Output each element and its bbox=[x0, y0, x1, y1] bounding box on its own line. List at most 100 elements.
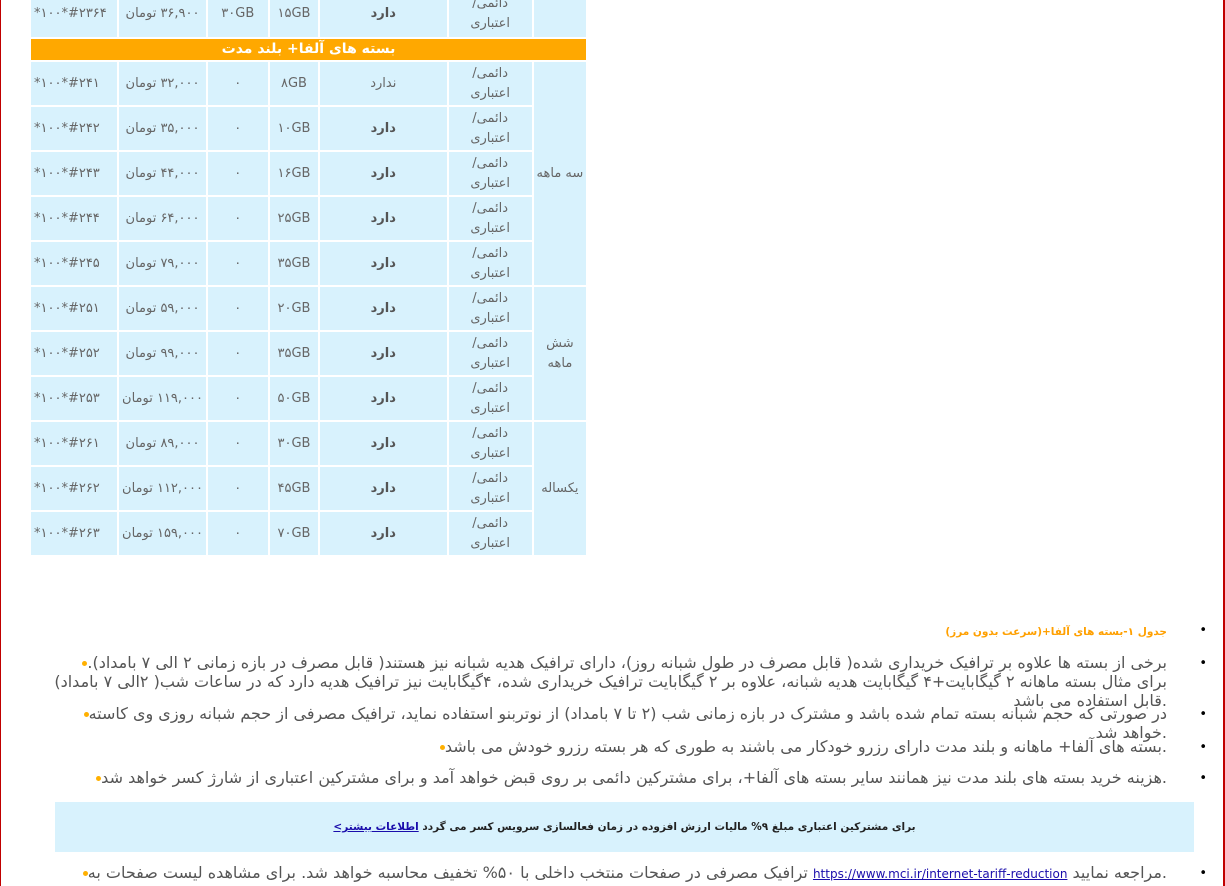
code-cell: #۲۶۲*۱۰۰* bbox=[31, 467, 118, 510]
table-row: یکساله دائمی/ اعتباری دارد ۳۰GB ۰ ۸۹,۰۰۰ توما… bbox=[31, 422, 586, 555]
price-cell: ۵۹,۰۰۰ تومان bbox=[119, 287, 206, 330]
type-cell: دائمی/ اعتباری bbox=[448, 107, 532, 150]
code-cell: #۲۶۱*۱۰۰* bbox=[31, 422, 118, 465]
volume-cell: ۵۰GB bbox=[269, 377, 319, 420]
bonus-cell: ۰ bbox=[207, 377, 268, 420]
volume-cell: ۱۰GB bbox=[269, 107, 319, 150]
bonus-cell: ۰ bbox=[207, 512, 268, 555]
note-text: برخی از بسته ها علاوه بر ترافیک خریداری … bbox=[54, 653, 1167, 710]
gift-cell: دارد bbox=[320, 512, 447, 555]
price-cell: ۴۴,۰۰۰ تومان bbox=[119, 152, 206, 195]
type-cell: دائمی/ اعتباری bbox=[448, 332, 532, 375]
table-row: دائمی/ اعتباری دارد ۱۵GB ۳۰GB ۳۶,۹۰۰ توم… bbox=[31, 0, 586, 37]
volume-cell: ۷۰GB bbox=[269, 512, 319, 555]
price-cell: ۹۹,۰۰۰ تومان bbox=[119, 332, 206, 375]
bonus-cell: ۰ bbox=[207, 107, 268, 150]
table-row: دائمی/ اعتباری دارد ۵۰GB ۰ ۱۱۹,۰۰۰ تومان #۲۵۳… bbox=[31, 377, 586, 420]
gift-cell: دارد bbox=[320, 197, 447, 240]
note-text: هزینه خرید بسته های بلند مدت نیز همانند … bbox=[101, 768, 1167, 787]
plans-table: دائمی/ اعتباری دارد ۱۵GB ۳۰GB ۳۶,۹۰۰ توم… bbox=[29, 0, 588, 557]
bonus-cell: ۰ bbox=[207, 332, 268, 375]
gift-cell: دارد bbox=[320, 467, 447, 510]
code-cell: #۲۵۲*۱۰۰* bbox=[31, 332, 118, 375]
type-cell: دائمی/ اعتباری bbox=[448, 62, 532, 105]
bonus-cell: ۰ bbox=[207, 62, 268, 105]
bonus-cell: ۰ bbox=[207, 422, 268, 465]
section-title: بسته های آلفا+ بلند مدت bbox=[31, 39, 586, 60]
table-row: دائمی/ اعتباری دارد ۴۵GB ۰ ۱۱۲,۰۰۰ تومان #۲۶۲… bbox=[31, 467, 586, 510]
volume-cell: ۲۰GB bbox=[269, 287, 319, 330]
more-info-link[interactable]: اطلاعات بیشتر> bbox=[333, 821, 418, 833]
volume-cell: ۳۵GB bbox=[269, 242, 319, 285]
price-cell: ۱۱۹,۰۰۰ تومان bbox=[119, 377, 206, 420]
tax-text: برای مشترکین اعتباری مبلغ ۹% مالیات ارزش… bbox=[422, 821, 916, 833]
type-cell: دائمی/ اعتباری bbox=[448, 512, 532, 555]
volume-cell: ۸GB bbox=[269, 62, 319, 105]
page-border-left bbox=[0, 0, 1, 886]
bonus-cell: ۰ bbox=[207, 242, 268, 285]
price-cell: ۸۹,۰۰۰ تومان bbox=[119, 422, 206, 465]
price-cell: ۳۵,۰۰۰ تومان bbox=[119, 107, 206, 150]
volume-cell: ۴۵GB bbox=[269, 467, 319, 510]
volume-cell: ۱۵GB bbox=[269, 0, 319, 37]
type-cell: دائمی/ اعتباری bbox=[448, 377, 532, 420]
code-cell: #۲۴۴*۱۰۰* bbox=[31, 197, 118, 240]
price-cell: ۳۶,۹۰۰ تومان bbox=[119, 0, 206, 37]
note-item: • برخی از بسته ها علاوه بر ترافیک خریدار… bbox=[52, 653, 1207, 710]
gift-cell: دارد bbox=[320, 287, 447, 330]
type-cell: دائمی/ اعتباری bbox=[448, 197, 532, 240]
type-cell: دائمی/ اعتباری bbox=[448, 242, 532, 285]
gift-cell: دارد bbox=[320, 0, 447, 37]
note-text: مراجعه نمایید. bbox=[1072, 863, 1167, 882]
gift-cell: دارد bbox=[320, 422, 447, 465]
note-item: • بسته های آلفا+ ماهانه و بلند مدت دارای… bbox=[52, 737, 1207, 756]
type-cell: دائمی/ اعتباری bbox=[448, 287, 532, 330]
bonus-cell: ۰ bbox=[207, 287, 268, 330]
volume-cell: ۳۰GB bbox=[269, 422, 319, 465]
table-row: دائمی/ اعتباری دارد ۱۶GB ۰ ۴۴,۰۰۰ تومان #۲۴۳*… bbox=[31, 152, 586, 195]
bonus-cell: ۰ bbox=[207, 467, 268, 510]
duration-cell: شش ماهه bbox=[533, 287, 586, 420]
price-cell: ۱۱۲,۰۰۰ تومان bbox=[119, 467, 206, 510]
type-cell: دائمی/ اعتباری bbox=[448, 422, 532, 465]
code-cell: #۲۳۶۴*۱۰۰* bbox=[31, 0, 118, 37]
code-cell: #۲۴۵*۱۰۰* bbox=[31, 242, 118, 285]
volume-cell: ۲۵GB bbox=[269, 197, 319, 240]
volume-cell: ۳۵GB bbox=[269, 332, 319, 375]
table-row: دائمی/ اعتباری دارد ۳۵GB ۰ ۹۹,۰۰۰ تومان #۲۵۲*… bbox=[31, 332, 586, 375]
note-text: ترافیک مصرفی در صفحات منتخب داخلی با ۵۰%… bbox=[87, 863, 808, 882]
tariff-reduction-link[interactable]: https://www.mci.ir/internet-tariff-reduc… bbox=[813, 867, 1067, 881]
type-cell: دائمی/ اعتباری bbox=[448, 467, 532, 510]
table-row: دائمی/ اعتباری دارد ۱۰GB ۰ ۳۵,۰۰۰ تومان #۲۴۲*… bbox=[31, 107, 586, 150]
note-item: • هزینه خرید بسته های بلند مدت نیز همانن… bbox=[52, 768, 1207, 787]
table-row: دائمی/ اعتباری دارد ۷۰GB ۰ ۱۵۹,۰۰۰ تومان #۲۶۳… bbox=[31, 512, 586, 555]
bullet-icon: • bbox=[1199, 866, 1207, 881]
code-cell: #۲۵۱*۱۰۰* bbox=[31, 287, 118, 330]
table-row: شش ماهه دائمی/ اعتباری دارد ۲۰GB ۰ ۵۹,۰۰۰ توم… bbox=[31, 287, 586, 420]
bonus-cell: ۰ bbox=[207, 197, 268, 240]
gift-cell: دارد bbox=[320, 152, 447, 195]
table-row: دائمی/ اعتباری دارد ۳۵GB ۰ ۷۹,۰۰۰ تومان #۲۴۵*… bbox=[31, 242, 586, 285]
price-cell: ۶۴,۰۰۰ تومان bbox=[119, 197, 206, 240]
code-cell: #۲۶۳*۱۰۰* bbox=[31, 512, 118, 555]
note-caption: • جدول ۱-بسته های آلفا+(سرعت بدون مرز) bbox=[52, 620, 1207, 642]
gift-cell: دارد bbox=[320, 107, 447, 150]
bullet-icon: • bbox=[1199, 740, 1207, 755]
table-caption: جدول ۱-بسته های آلفا+(سرعت بدون مرز) bbox=[945, 626, 1167, 638]
note-item: • ترافیک مصرفی در صفحات منتخب داخلی با ۵… bbox=[52, 863, 1207, 884]
gift-cell: ندارد bbox=[320, 62, 447, 105]
gift-cell: دارد bbox=[320, 332, 447, 375]
bullet-icon: • bbox=[1199, 707, 1207, 722]
code-cell: #۲۴۳*۱۰۰* bbox=[31, 152, 118, 195]
gift-cell: دارد bbox=[320, 377, 447, 420]
bullet-icon: • bbox=[1199, 623, 1207, 638]
price-cell: ۱۵۹,۰۰۰ تومان bbox=[119, 512, 206, 555]
duration-cell: یکساله bbox=[533, 422, 586, 555]
price-cell: ۳۲,۰۰۰ تومان bbox=[119, 62, 206, 105]
section-header-row: بسته های آلفا+ بلند مدت bbox=[31, 39, 586, 60]
bullet-icon: • bbox=[1199, 771, 1207, 786]
duration-cell bbox=[533, 0, 586, 37]
volume-cell: ۱۶GB bbox=[269, 152, 319, 195]
bonus-cell: ۳۰GB bbox=[207, 0, 268, 37]
tax-notice: برای مشترکین اعتباری مبلغ ۹% مالیات ارزش… bbox=[55, 802, 1194, 852]
